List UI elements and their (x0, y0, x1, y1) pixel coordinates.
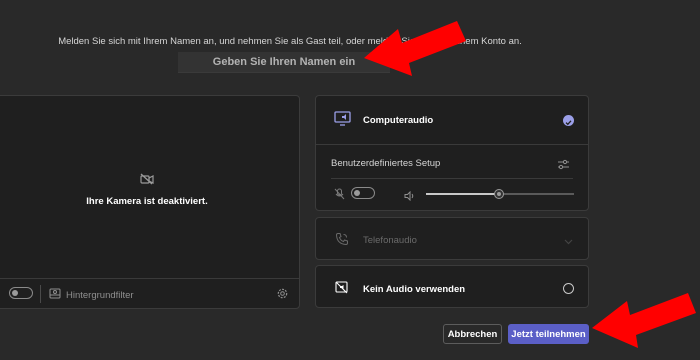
phone-audio-label: Telefonaudio (363, 235, 417, 246)
cancel-button[interactable]: Abbrechen (443, 324, 502, 344)
no-audio-radio[interactable] (563, 283, 574, 294)
camera-toggle[interactable] (9, 287, 33, 299)
volume-thumb[interactable] (493, 189, 504, 199)
join-now-button[interactable]: Jetzt teilnehmen (508, 324, 589, 344)
phone-icon (335, 232, 349, 251)
no-audio-label: Kein Audio verwenden (363, 284, 466, 295)
gear-icon[interactable] (276, 287, 289, 300)
volume-fill (426, 193, 499, 195)
computer-audio-label: Computeraudio (363, 115, 434, 126)
background-filter-button[interactable]: Hintergrundfilter (49, 288, 134, 302)
mic-off-icon (334, 187, 345, 205)
custom-setup-label: Benutzerdefiniertes Setup (331, 158, 441, 169)
speaker-volume-slider[interactable] (426, 189, 574, 199)
computer-audio-icon (334, 111, 352, 132)
intro-text: Melden Sie sich mit Ihrem Namen an, und … (58, 36, 522, 47)
sliders-icon[interactable] (557, 157, 570, 175)
phone-audio-option: Telefonaudio (315, 217, 589, 260)
no-audio-option[interactable]: Kein Audio verwenden (315, 265, 589, 308)
red-arrow-bottom (592, 293, 696, 348)
camera-preview: Ihre Kamera ist deaktiviert. Hintergrund… (0, 95, 300, 309)
divider (331, 178, 573, 179)
background-filter-label: Hintergrundfilter (66, 289, 134, 301)
mic-toggle[interactable] (351, 187, 375, 199)
divider (40, 285, 41, 303)
speaker-icon (404, 188, 415, 206)
computer-audio-option[interactable]: Computeraudio Benutzerdefiniertes Setup (315, 95, 589, 211)
name-input[interactable] (178, 52, 390, 73)
red-arrow-top (364, 21, 466, 76)
divider (316, 144, 588, 145)
background-filter-icon (49, 288, 61, 302)
checkmark-icon (563, 115, 574, 126)
no-audio-icon (335, 281, 348, 299)
chevron-down-icon (563, 234, 574, 252)
camera-status-text: Ihre Kamera ist deaktiviert. (86, 196, 208, 207)
camera-off-icon (140, 172, 154, 185)
